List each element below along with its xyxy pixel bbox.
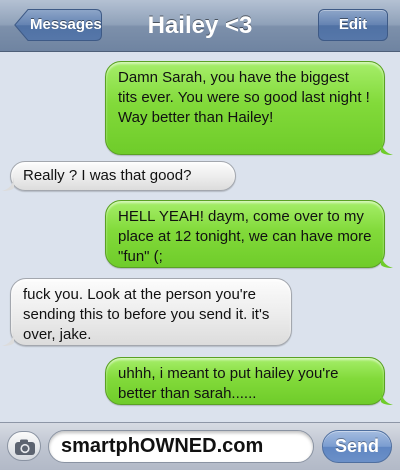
message-bubble-sent[interactable]: Damn Sarah, you have the biggest tits ev… <box>105 61 393 155</box>
message-text: HELL YEAH! daym, come over to my place a… <box>118 208 372 265</box>
send-button[interactable]: Send <box>322 430 392 463</box>
message-text: Really ? I was that good? <box>23 167 192 184</box>
bubble-tail <box>381 254 393 268</box>
message-text: fuck you. Look at the person you're send… <box>23 286 270 343</box>
message-text: Damn Sarah, you have the biggest tits ev… <box>118 69 370 126</box>
bubble-tail <box>381 391 393 405</box>
edit-button[interactable]: Edit <box>318 9 388 41</box>
message-input[interactable]: smartphOWNED.com <box>48 430 314 463</box>
message-text: uhhh, i meant to put hailey you're bette… <box>118 365 339 402</box>
compose-bar: smartphOWNED.com Send <box>0 422 400 470</box>
navigation-bar: Messages Hailey <3 Edit <box>0 0 400 52</box>
message-bubble-received[interactable]: fuck you. Look at the person you're send… <box>2 278 292 346</box>
message-thread[interactable]: Damn Sarah, you have the biggest tits ev… <box>0 52 400 422</box>
message-bubble-sent[interactable]: uhhh, i meant to put hailey you're bette… <box>105 357 393 405</box>
bubble-tail <box>2 332 14 346</box>
bubble-tail <box>381 141 393 155</box>
back-button[interactable]: Messages <box>14 9 102 41</box>
conversation-title: Hailey <3 <box>147 12 253 39</box>
camera-icon <box>15 439 35 455</box>
back-button-label: Messages <box>30 16 102 33</box>
message-bubble-sent[interactable]: HELL YEAH! daym, come over to my place a… <box>105 200 393 268</box>
message-bubble-received[interactable]: Really ? I was that good? <box>2 161 236 191</box>
bubble-tail <box>2 177 14 191</box>
camera-button[interactable] <box>7 431 41 461</box>
